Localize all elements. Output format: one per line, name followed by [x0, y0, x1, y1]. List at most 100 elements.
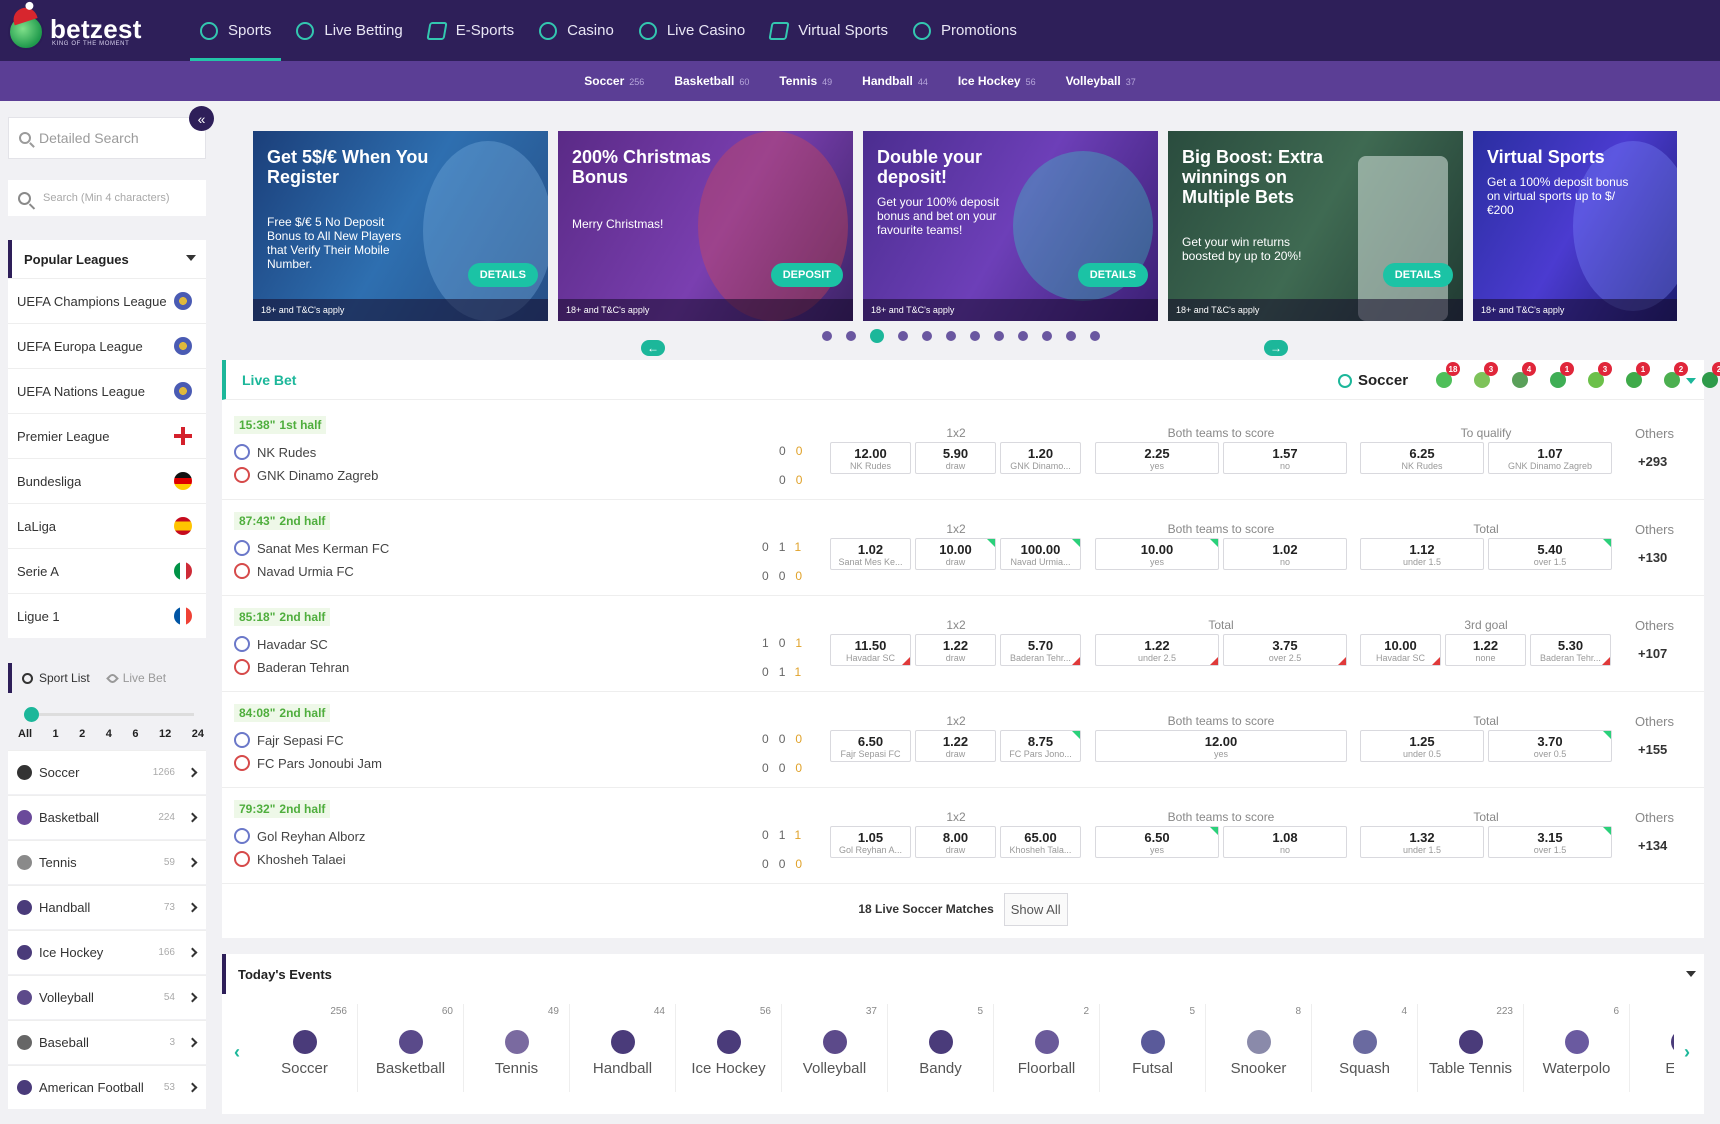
odds-button[interactable]: 3.15 over 1.5: [1488, 826, 1612, 858]
odds-button[interactable]: 1.08 no: [1223, 826, 1347, 858]
odds-button[interactable]: 6.50 yes: [1095, 826, 1219, 858]
league-item[interactable]: UEFA Europa League: [8, 323, 206, 368]
odds-button[interactable]: 3.75 over 2.5: [1223, 634, 1347, 666]
detailed-search-field[interactable]: Detailed Search: [8, 117, 206, 159]
carousel-dot[interactable]: [994, 331, 1004, 341]
event-sport-card[interactable]: 8 Snooker: [1206, 1004, 1312, 1092]
event-sport-card[interactable]: 60 Basketball: [358, 1004, 464, 1092]
event-sport-card[interactable]: 4 Squash: [1312, 1004, 1418, 1092]
chevron-down-icon[interactable]: [1686, 378, 1696, 384]
live-sport-filter-icon[interactable]: 18: [1436, 362, 1460, 388]
event-sport-card[interactable]: 37 Volleyball: [782, 1004, 888, 1092]
away-team[interactable]: FC Pars Jonoubi Jam: [234, 755, 382, 771]
odds-button[interactable]: 8.75 FC Pars Jono...: [1000, 730, 1081, 762]
sport-list-item[interactable]: Volleyball 54: [8, 975, 206, 1019]
odds-button[interactable]: 8.00 draw: [915, 826, 996, 858]
sport-list-item[interactable]: Handball 73: [8, 885, 206, 929]
subnav-ice-hockey[interactable]: Ice Hockey 56: [958, 74, 1036, 88]
time-filter-option[interactable]: 1: [53, 728, 59, 740]
odds-button[interactable]: 1.25 under 0.5: [1360, 730, 1484, 762]
betzest-logo[interactable]: betzest KING OF THE MOMENT: [8, 4, 148, 57]
carousel-dot[interactable]: [946, 331, 956, 341]
carousel-prev-button[interactable]: ←: [641, 340, 665, 356]
time-filter-option[interactable]: All: [18, 728, 32, 740]
more-markets-link[interactable]: +293: [1638, 454, 1667, 469]
odds-button[interactable]: 12.00 NK Rudes: [830, 442, 911, 474]
odds-button[interactable]: 6.50 Fajr Sepasi FC: [830, 730, 911, 762]
odds-button[interactable]: 1.22 none: [1445, 634, 1526, 666]
league-item[interactable]: Bundesliga: [8, 458, 206, 503]
events-next-button[interactable]: ›: [1684, 1042, 1690, 1063]
live-sport-filter-icon[interactable]: 2: [1702, 362, 1720, 388]
slider-handle[interactable]: [24, 707, 39, 722]
banner-double-deposit[interactable]: Double your deposit! Get your 100% depos…: [863, 131, 1158, 321]
more-markets-link[interactable]: +130: [1638, 550, 1667, 565]
banner-big-boost[interactable]: Big Boost: Extra winnings on Multiple Be…: [1168, 131, 1463, 321]
event-sport-card[interactable]: 223 Table Tennis: [1418, 1004, 1524, 1092]
odds-button[interactable]: 10.00 draw: [915, 538, 996, 570]
nav-esports[interactable]: E-Sports: [418, 0, 524, 61]
time-filter-option[interactable]: 2: [79, 728, 85, 740]
carousel-dot[interactable]: [898, 331, 908, 341]
carousel-dot[interactable]: [846, 331, 856, 341]
banner-details-button[interactable]: DETAILS: [467, 263, 538, 287]
odds-button[interactable]: 1.05 Gol Reyhan A...: [830, 826, 911, 858]
odds-button[interactable]: 5.30 Baderan Tehr...: [1530, 634, 1611, 666]
odds-button[interactable]: 1.20 GNK Dinamo...: [1000, 442, 1081, 474]
odds-button[interactable]: 1.22 under 2.5: [1095, 634, 1219, 666]
odds-button[interactable]: 3.70 over 0.5: [1488, 730, 1612, 762]
live-sport-filter-icon[interactable]: 1: [1626, 362, 1650, 388]
todays-events-header[interactable]: Today's Events: [222, 954, 1704, 994]
home-team[interactable]: Havadar SC: [234, 636, 328, 652]
sport-list-item[interactable]: American Football 53: [8, 1065, 206, 1109]
odds-button[interactable]: 1.02 Sanat Mes Ke...: [830, 538, 911, 570]
event-sport-card[interactable]: 5 Bandy: [888, 1004, 994, 1092]
carousel-dot[interactable]: [1018, 331, 1028, 341]
home-team[interactable]: Sanat Mes Kerman FC: [234, 540, 389, 556]
event-sport-card[interactable]: 56 Ice Hockey: [676, 1004, 782, 1092]
league-item[interactable]: UEFA Champions League: [8, 278, 206, 323]
odds-button[interactable]: 2.25 yes: [1095, 442, 1219, 474]
league-item[interactable]: Premier League: [8, 413, 206, 458]
live-sport-selector[interactable]: Soccer: [1338, 372, 1408, 389]
carousel-dot[interactable]: [1090, 331, 1100, 341]
odds-button[interactable]: 10.00 yes: [1095, 538, 1219, 570]
league-item[interactable]: Ligue 1: [8, 593, 206, 638]
event-sport-card[interactable]: 256 Soccer: [252, 1004, 358, 1092]
popular-leagues-header[interactable]: Popular Leagues: [8, 240, 206, 278]
league-item[interactable]: LaLiga: [8, 503, 206, 548]
away-team[interactable]: GNK Dinamo Zagreb: [234, 467, 378, 483]
league-item[interactable]: Serie A: [8, 548, 206, 593]
carousel-dot[interactable]: [1042, 331, 1052, 341]
event-sport-card[interactable]: 5 Futsal: [1100, 1004, 1206, 1092]
time-filter-slider[interactable]: [24, 707, 194, 722]
collapse-sidebar-button[interactable]: «: [189, 106, 214, 131]
event-sport-card[interactable]: Espo: [1630, 1004, 1674, 1092]
live-sport-filter-icon[interactable]: 4: [1512, 362, 1536, 388]
nav-casino[interactable]: Casino: [529, 0, 624, 61]
odds-button[interactable]: 65.00 Khosheh Tala...: [1000, 826, 1081, 858]
nav-sports[interactable]: Sports: [190, 0, 282, 61]
carousel-dot[interactable]: [922, 331, 932, 341]
nav-live-betting[interactable]: Live Betting: [286, 0, 412, 61]
odds-button[interactable]: 5.70 Baderan Tehr...: [1000, 634, 1081, 666]
odds-button[interactable]: 1.02 no: [1223, 538, 1347, 570]
time-filter-option[interactable]: 24: [192, 728, 204, 740]
tab-live-bet[interactable]: Live Bet: [105, 671, 166, 685]
odds-button[interactable]: 10.00 Havadar SC: [1360, 634, 1441, 666]
event-sport-card[interactable]: 49 Tennis: [464, 1004, 570, 1092]
show-all-button[interactable]: Show All: [1003, 892, 1068, 926]
sport-list-item[interactable]: Baseball 3: [8, 1020, 206, 1064]
time-filter-option[interactable]: 4: [106, 728, 112, 740]
away-team[interactable]: Baderan Tehran: [234, 659, 349, 675]
home-team[interactable]: Gol Reyhan Alborz: [234, 828, 365, 844]
away-team[interactable]: Navad Urmia FC: [234, 563, 354, 579]
odds-button[interactable]: 1.22 draw: [915, 634, 996, 666]
home-team[interactable]: NK Rudes: [234, 444, 316, 460]
odds-button[interactable]: 12.00 yes: [1095, 730, 1347, 762]
odds-button[interactable]: 5.40 over 1.5: [1488, 538, 1612, 570]
odds-button[interactable]: 1.12 under 1.5: [1360, 538, 1484, 570]
tab-sport-list[interactable]: Sport List: [22, 671, 90, 685]
live-sport-filter-icon[interactable]: 1: [1550, 362, 1574, 388]
odds-button[interactable]: 11.50 Havadar SC: [830, 634, 911, 666]
